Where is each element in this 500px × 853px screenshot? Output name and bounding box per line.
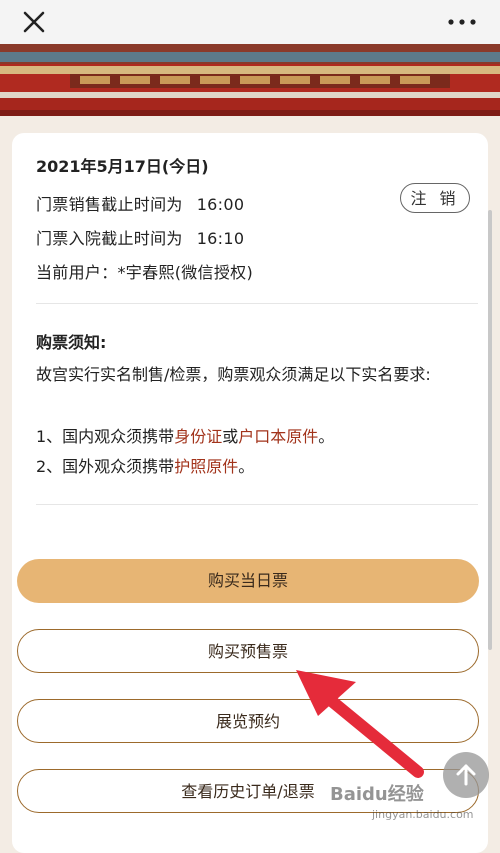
current-user: 当前用户：*宇春熙(微信授权) — [36, 263, 253, 282]
passport-highlight: 护照原件 — [174, 457, 239, 476]
scrollbar[interactable] — [488, 210, 492, 650]
buy-today-ticket-button[interactable]: 购买当日票 — [17, 559, 479, 603]
back-to-top-button[interactable] — [443, 752, 489, 798]
notice-title: 购票须知: — [36, 333, 107, 352]
top-bar — [0, 0, 500, 44]
notice-item-domestic: 1、国内观众须携带身份证或户口本原件。 — [36, 423, 466, 451]
baidu-watermark: Baidu经验 — [330, 784, 424, 805]
visit-date: 2021年5月17日(今日) — [36, 157, 209, 176]
divider — [36, 303, 478, 304]
divider — [36, 504, 478, 505]
arrow-up-icon — [456, 764, 476, 786]
palace-banner-image — [0, 44, 500, 116]
id-card-highlight: 身份证 — [174, 427, 223, 446]
sale-deadline-time: 16:00 — [196, 195, 245, 214]
entry-deadline: 门票入院截止时间为 16:10 — [36, 225, 244, 249]
notice-or-text: 或 — [222, 427, 239, 446]
entry-deadline-label: 门票入院截止时间为 — [36, 229, 183, 248]
close-icon[interactable] — [18, 6, 50, 38]
more-options-icon[interactable] — [446, 14, 478, 30]
notice-period: 。 — [318, 427, 335, 446]
sale-deadline-label: 门票销售截止时间为 — [36, 195, 183, 214]
notice-intro: 故宫实行实名制售/检票，购票观众须满足以下实名要求: — [36, 365, 431, 384]
sale-deadline: 门票销售截止时间为 16:00 — [36, 191, 244, 215]
notice-item-foreign: 2、国外观众须携带护照原件。 — [36, 453, 466, 481]
logout-button[interactable]: 注 销 — [400, 183, 470, 213]
hukou-highlight: 户口本原件 — [238, 427, 319, 446]
notice-period: 。 — [238, 457, 255, 476]
entry-deadline-time: 16:10 — [196, 229, 245, 248]
baidu-watermark-url: jingyan.baidu.com — [372, 808, 474, 821]
notice-item-foreign-text: 2、国外观众须携带 — [36, 457, 175, 476]
notice-item-domestic-text: 1、国内观众须携带 — [36, 427, 175, 446]
annotation-arrow-icon — [296, 670, 424, 778]
